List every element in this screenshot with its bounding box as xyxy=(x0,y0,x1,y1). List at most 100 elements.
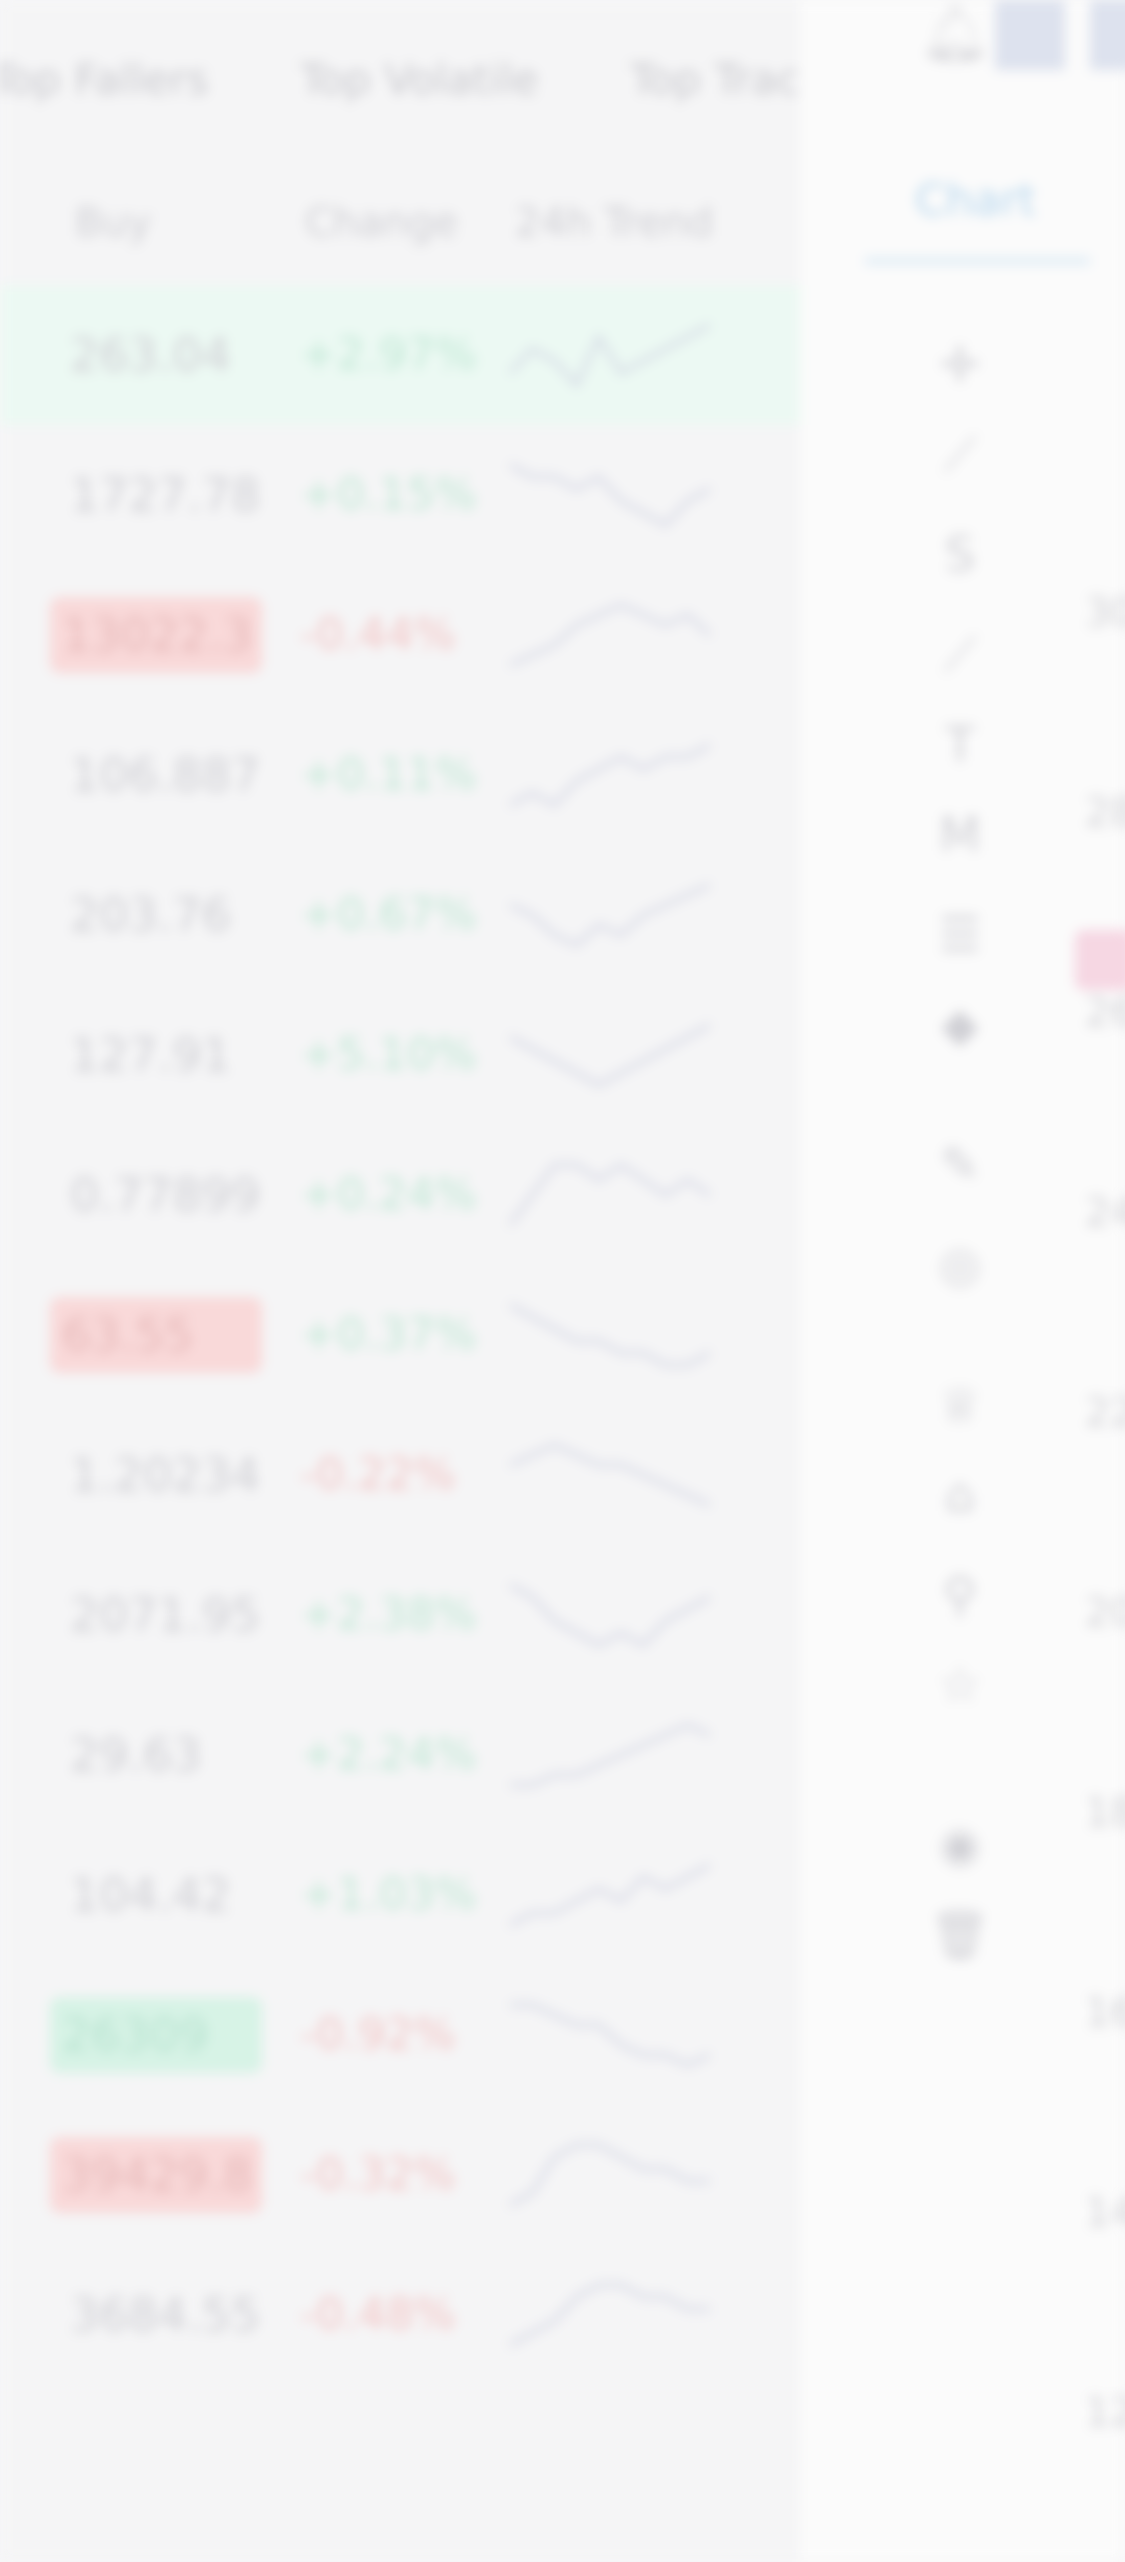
user-avatar-icon[interactable] xyxy=(995,0,1065,70)
row-change: -0.22% xyxy=(300,1449,456,1500)
row-price: 0.77899 xyxy=(70,1168,261,1222)
axis-label: 14 xyxy=(1085,2190,1125,2236)
pitchfork-icon[interactable]: ⟋ xyxy=(925,620,995,690)
row-change: +2.38% xyxy=(300,1589,477,1640)
market-row[interactable]: 106.887 +0.11% xyxy=(0,705,800,845)
sparkline-path xyxy=(510,1723,711,1787)
row-sparkline xyxy=(508,323,711,388)
row-sparkline xyxy=(508,1163,711,1226)
market-row[interactable]: 104.42 +1.03% xyxy=(0,1825,800,1965)
fib-icon[interactable]: S xyxy=(925,520,995,590)
market-row[interactable]: 263.04 +2.97% xyxy=(0,285,800,425)
market-row[interactable]: 2071.95 +2.38% xyxy=(0,1545,800,1685)
sparkline-path xyxy=(509,1303,711,1367)
row-price: 39429.8 xyxy=(50,2137,262,2213)
trendline-icon[interactable]: ⟋ xyxy=(925,420,995,490)
star-icon[interactable]: ☆ xyxy=(925,1650,995,1720)
axis-label: 12 xyxy=(1085,2390,1125,2436)
row-price: 26309 xyxy=(50,1997,262,2073)
row-sparkline xyxy=(509,883,711,947)
row-sparkline xyxy=(509,743,711,807)
axis-label: 16 xyxy=(1085,1990,1125,2036)
tab-chart[interactable]: Chart xyxy=(915,175,1036,226)
lock-icon[interactable]: ♕ xyxy=(925,1370,995,1440)
bell-icon[interactable]: 🔔︎ xyxy=(920,0,991,66)
diamond-icon[interactable]: ◆ xyxy=(925,990,995,1060)
chart-tab-underline xyxy=(865,258,1090,264)
row-price: 1727.78 xyxy=(70,468,261,522)
price-badge xyxy=(1075,930,1125,990)
market-row[interactable]: 203.76 +0.67% xyxy=(0,845,800,985)
axis-label: 20 xyxy=(1085,1590,1125,1636)
eye-icon[interactable]: ◎ xyxy=(925,1230,995,1300)
row-change: +0.37% xyxy=(300,1309,477,1360)
row-price: 1.20234 xyxy=(70,1448,261,1502)
row-change: +2.97% xyxy=(300,329,477,380)
market-row[interactable]: 13022.3 -0.44% xyxy=(0,565,800,705)
row-change: +0.24% xyxy=(300,1169,477,1220)
sparkline-path xyxy=(509,463,711,527)
row-price: 2071.95 xyxy=(70,1588,261,1642)
row-price: 13022.3 xyxy=(50,597,262,673)
tab-top-traded[interactable]: Top Trac xyxy=(630,55,800,104)
market-row[interactable]: 29.63 +2.24% xyxy=(0,1685,800,1825)
row-change: +1.03% xyxy=(300,1869,477,1920)
sparkline-path xyxy=(509,1863,711,1927)
pencil-icon[interactable]: ✎ xyxy=(925,1130,995,1200)
sparkline-path xyxy=(509,603,712,667)
row-price: 127.91 xyxy=(70,1028,231,1082)
row-sparkline xyxy=(509,1863,711,1927)
hide-icon[interactable]: ⚲ xyxy=(925,1560,995,1630)
market-row[interactable]: 1727.78 +0.15% xyxy=(0,425,800,565)
row-change: +0.15% xyxy=(300,469,477,520)
row-sparkline xyxy=(509,603,712,667)
sparkline-path xyxy=(509,1443,711,1507)
row-price: 29.63 xyxy=(70,1728,202,1782)
axis-label: 30 xyxy=(1085,590,1125,636)
market-row[interactable]: 3684.55 -0.48% xyxy=(0,2245,800,2385)
trash-icon[interactable]: 🗑︎ xyxy=(925,1900,995,1970)
menu-icon[interactable] xyxy=(1090,0,1125,70)
row-change: -0.32% xyxy=(300,2149,456,2200)
market-row[interactable]: 39429.8 -0.32% xyxy=(0,2105,800,2245)
crosshair-icon[interactable]: ✛ xyxy=(925,330,995,400)
row-sparkline xyxy=(510,1723,711,1787)
sparkline-path xyxy=(509,2283,710,2347)
row-sparkline xyxy=(509,1583,711,1647)
tab-top-fallers[interactable]: Top Fallers xyxy=(0,55,209,104)
market-row[interactable]: 127.91 +5.10% xyxy=(0,985,800,1125)
text-icon[interactable]: T xyxy=(925,710,995,780)
column-header-row: Buy Change 24h Trend xyxy=(0,160,800,290)
row-price: 3684.55 xyxy=(70,2288,261,2342)
marker-icon[interactable]: ◉ xyxy=(925,1810,995,1880)
row-price: 263.04 xyxy=(70,328,231,382)
sparkline-path xyxy=(509,1023,711,1087)
row-sparkline xyxy=(509,1023,711,1087)
row-change: +0.11% xyxy=(300,749,477,800)
market-row[interactable]: 26309 -0.92% xyxy=(0,1965,800,2105)
sparkline-path xyxy=(509,2143,710,2207)
header-change: Change xyxy=(305,200,459,246)
magnet-icon[interactable]: ⌂ xyxy=(925,1460,995,1530)
market-tabs: Top Fallers Top Volatile Top Trac xyxy=(0,0,800,160)
sparkline-path xyxy=(509,1583,711,1647)
market-row[interactable]: 63.55 +0.37% xyxy=(0,1265,800,1405)
pattern-icon[interactable]: M xyxy=(925,800,995,870)
tab-top-volatile[interactable]: Top Volatile xyxy=(300,55,538,104)
row-price: 106.887 xyxy=(70,748,261,802)
market-row[interactable]: 0.77899 +0.24% xyxy=(0,1125,800,1265)
row-change: -0.44% xyxy=(300,609,456,660)
sparkline-path xyxy=(508,1163,711,1226)
row-sparkline xyxy=(509,2283,710,2347)
row-change: +0.67% xyxy=(300,889,477,940)
sparkline-path xyxy=(509,883,711,947)
row-sparkline xyxy=(510,2003,711,2067)
axis-label: 28 xyxy=(1085,790,1125,836)
row-price: 63.55 xyxy=(50,1297,262,1373)
measure-icon[interactable]: ☰ xyxy=(925,900,995,970)
axis-label: 22 xyxy=(1085,1390,1125,1436)
page-root: Top Fallers Top Volatile Top Trac Buy Ch… xyxy=(0,0,1125,2562)
row-change: +2.24% xyxy=(300,1729,477,1780)
axis-label: 24 xyxy=(1085,1190,1125,1236)
market-row[interactable]: 1.20234 -0.22% xyxy=(0,1405,800,1545)
